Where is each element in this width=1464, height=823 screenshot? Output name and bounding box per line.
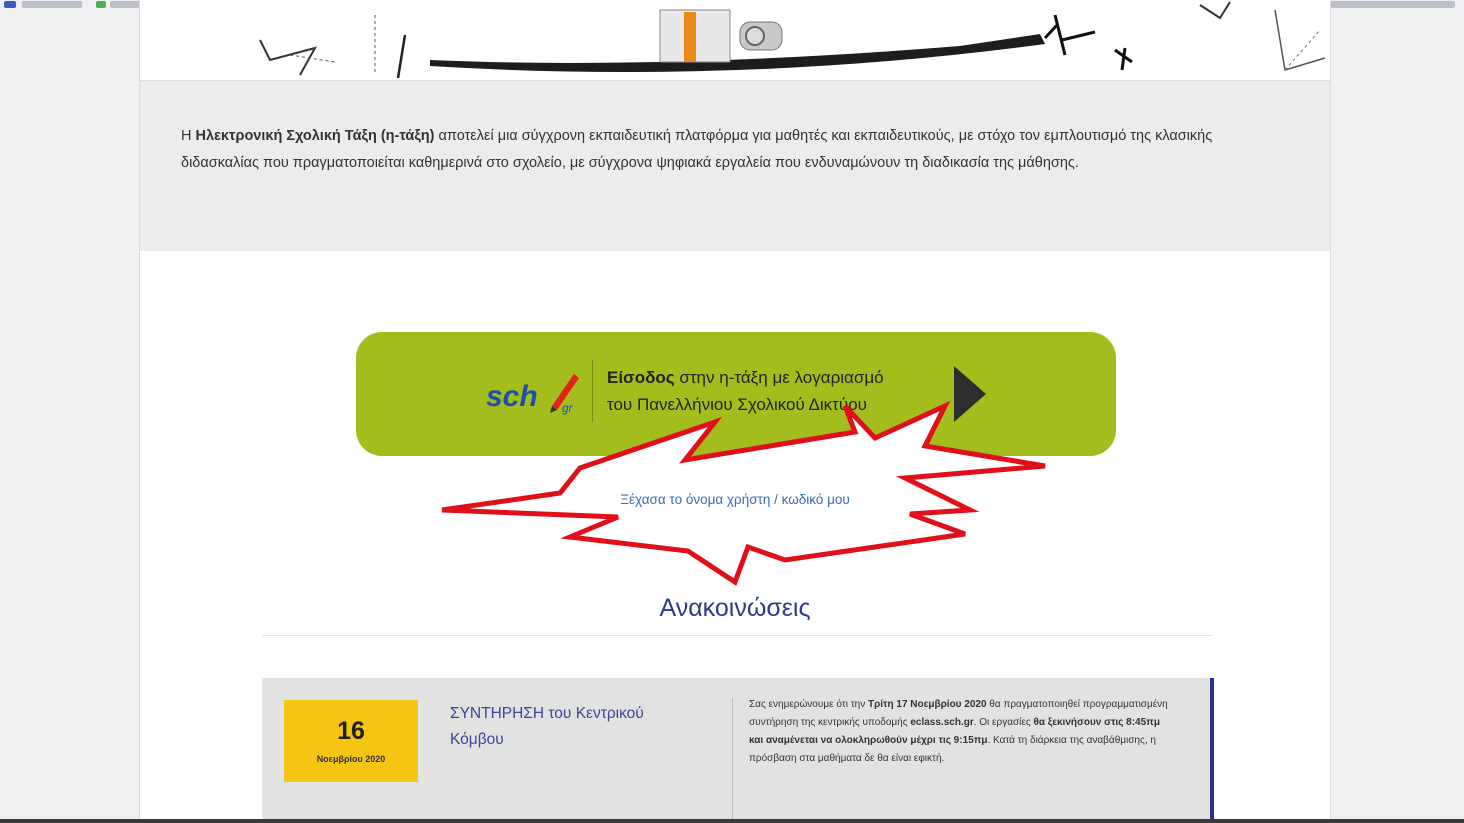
intro-text: Η Ηλεκτρονική Σχολική Τάξη (η-τάξη) αποτ…: [181, 128, 1213, 171]
arrow-right-icon: [954, 366, 986, 422]
platform-name: Ηλεκτρονική Σχολική Τάξη (η-τάξη): [195, 128, 435, 144]
bookmark-item[interactable]: [110, 1, 140, 8]
intro-section: Η Ηλεκτρονική Σχολική Τάξη (η-τάξη) αποτ…: [140, 80, 1330, 251]
announcement-separator: [732, 698, 733, 823]
announcements-divider: [262, 635, 1212, 636]
bookmark-icon[interactable]: [96, 1, 106, 8]
announcement-title-link[interactable]: ΣΥΝΤΗΡΗΣΗ του Κεντρικού Κόμβου: [450, 701, 690, 753]
announcement-day: 16: [337, 717, 365, 745]
main-page: Η Ηλεκτρονική Σχολική Τάξη (η-τάξη) αποτ…: [139, 0, 1331, 823]
login-label: Είσοδος στην η-τάξη με λογαριασμό του Πα…: [607, 364, 947, 418]
announcement-card: 16 Νοεμβρίου 2020 ΣΥΝΤΗΡΗΣΗ του Κεντρικο…: [262, 678, 1214, 823]
login-label-bold: Είσοδος: [607, 368, 675, 387]
announcement-date-badge: 16 Νοεμβρίου 2020: [284, 700, 418, 782]
bookmark-icon[interactable]: [4, 1, 16, 8]
announcement-month: Νοεμβρίου 2020: [316, 754, 386, 764]
login-divider: [592, 360, 593, 422]
sch-login-button[interactable]: sch gr Είσοδος στην η-τάξη με λογαριασμό…: [356, 332, 1116, 456]
window-bottom-edge: [0, 819, 1464, 823]
bookmark-item[interactable]: [22, 1, 82, 8]
sch-logo-text: sch: [486, 380, 538, 413]
forgot-credentials-link[interactable]: Ξέχασα το όνομα χρήστη / κωδικό μου: [580, 492, 890, 507]
login-label-line1: στην η-τάξη με λογαριασμό: [674, 368, 884, 387]
login-label-line2: του Πανελλήνιου Σχολικού Δικτύου: [607, 395, 867, 414]
announcements-heading: Ανακοινώσεις: [659, 594, 811, 622]
announcement-body: Σας ενημερώνουμε ότι την Τρίτη 17 Νοεμβρ…: [749, 699, 1168, 764]
sch-logo-sub: gr: [562, 401, 574, 415]
banner-illustration: [259, 1, 1326, 79]
header-banner: [140, 0, 1330, 80]
sch-logo-icon: sch gr: [486, 374, 579, 415]
